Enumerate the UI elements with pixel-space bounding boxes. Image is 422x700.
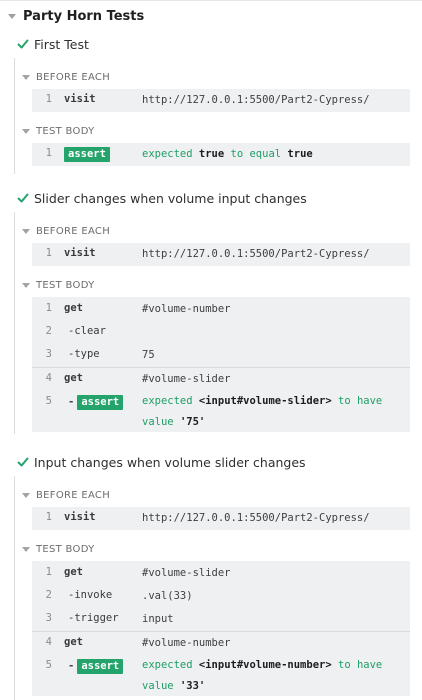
check-icon [17, 193, 29, 203]
command-block: 1 get #volume-number 2 -clear 3 -type 75… [32, 297, 410, 432]
command-name: -type [68, 348, 100, 360]
command-name: -invoke [68, 589, 113, 601]
command-message: #volume-slider [142, 373, 231, 385]
command-name: get [64, 566, 83, 578]
command-number: 5 [45, 659, 52, 671]
command-name: - assert [68, 659, 124, 674]
command-number: 4 [45, 636, 52, 648]
command-number: 2 [45, 589, 52, 601]
command-message: .val(33) [142, 590, 193, 602]
command-number: 4 [45, 372, 52, 384]
command-name: -trigger [68, 612, 119, 624]
command-block: 1 get #volume-slider 2 -invoke .val(33) … [32, 561, 410, 696]
caret-down-icon[interactable] [8, 13, 16, 19]
caret-down-icon[interactable] [22, 128, 30, 134]
test-body-header[interactable]: TEST BODY [22, 278, 95, 292]
suite-header[interactable]: Party Horn Tests [0, 6, 144, 26]
command-block: 1 visit http://127.0.0.1:5500/Part2-Cypr… [32, 89, 410, 112]
assert-badge: assert [77, 395, 124, 410]
command-divider [32, 367, 410, 368]
caret-down-icon[interactable] [22, 282, 30, 288]
command-number: 1 [45, 511, 52, 523]
command-name: visit [64, 511, 96, 523]
assert-message: expected <input#volume-number> to have v… [142, 659, 383, 692]
command-name: get [64, 636, 83, 648]
command-number: 3 [45, 348, 52, 360]
section-label: BEFORE EACH [36, 71, 111, 83]
command-name: visit [64, 93, 96, 105]
command-name: assert [64, 147, 110, 162]
test-body-header[interactable]: TEST BODY [22, 124, 95, 138]
caret-down-icon[interactable] [22, 546, 30, 552]
test-body-header[interactable]: TEST BODY [22, 542, 95, 556]
section-label: TEST BODY [36, 543, 95, 555]
command-number: 2 [45, 325, 52, 337]
command-number: 1 [45, 566, 52, 578]
command-message: #volume-number [142, 303, 231, 315]
command-name: - assert [68, 395, 124, 410]
test-title-input-changes[interactable]: Input changes when volume slider changes [0, 452, 306, 472]
command-block: 1 assert expected true to equal true [32, 143, 410, 166]
command-message: http://127.0.0.1:5500/Part2-Cypress/ [142, 248, 370, 260]
test-title-text: Slider changes when volume input changes [34, 190, 307, 206]
command-name: get [64, 302, 83, 314]
section-label: BEFORE EACH [36, 225, 111, 237]
command-block: 1 visit http://127.0.0.1:5500/Part2-Cypr… [32, 243, 410, 266]
command-name: -clear [68, 325, 106, 337]
section-label: BEFORE EACH [36, 489, 111, 501]
command-number: 3 [45, 612, 52, 624]
command-number: 1 [45, 302, 52, 314]
command-block: 1 visit http://127.0.0.1:5500/Part2-Cypr… [32, 507, 410, 530]
test-title-text: Input changes when volume slider changes [34, 454, 306, 470]
check-icon [17, 457, 29, 467]
test-title-text: First Test [34, 36, 89, 52]
before-each-header[interactable]: BEFORE EACH [22, 224, 110, 238]
top-border [0, 0, 422, 1]
section-label: TEST BODY [36, 279, 95, 291]
command-message: http://127.0.0.1:5500/Part2-Cypress/ [142, 512, 370, 524]
suite-title: Party Horn Tests [23, 8, 145, 24]
command-number: 1 [45, 147, 52, 159]
check-icon [17, 39, 29, 49]
caret-down-icon[interactable] [22, 492, 30, 498]
assert-message: expected true to equal true [142, 148, 313, 160]
section-label: TEST BODY [36, 125, 95, 137]
command-name: get [64, 372, 83, 384]
assert-badge: assert [77, 659, 124, 674]
command-number: 1 [45, 247, 52, 259]
assert-message: expected <input#volume-slider> to have v… [142, 395, 383, 428]
before-each-header[interactable]: BEFORE EACH [22, 488, 110, 502]
test-title-first-test[interactable]: First Test [0, 34, 89, 54]
command-number: 1 [45, 93, 52, 105]
before-each-header[interactable]: BEFORE EACH [22, 70, 110, 84]
command-divider [32, 631, 410, 632]
caret-down-icon[interactable] [22, 228, 30, 234]
command-name: visit [64, 247, 96, 259]
command-message: 75 [142, 349, 155, 361]
command-number: 5 [45, 395, 52, 407]
command-message: #volume-number [142, 637, 231, 649]
command-message: input [142, 613, 174, 625]
command-message: #volume-slider [142, 567, 231, 579]
test-title-slider-changes[interactable]: Slider changes when volume input changes [0, 188, 307, 208]
caret-down-icon[interactable] [22, 74, 30, 80]
assert-badge: assert [64, 147, 110, 162]
command-message: http://127.0.0.1:5500/Part2-Cypress/ [142, 94, 370, 106]
